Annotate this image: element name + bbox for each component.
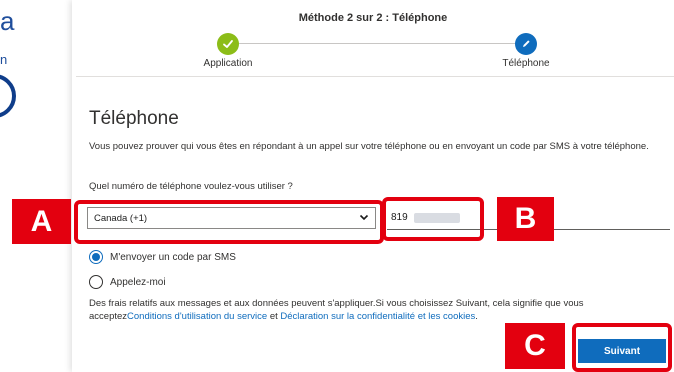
background-ring <box>0 74 16 118</box>
radio-option-call-label: Appelez-moi <box>110 276 166 288</box>
callout-box-c <box>572 323 672 372</box>
radio-option-call[interactable]: Appelez-moi <box>89 274 166 290</box>
page-title: Téléphone <box>89 107 179 129</box>
radio-option-sms-label: M'envoyer un code par SMS <box>110 251 236 263</box>
checkmark-icon <box>223 40 233 48</box>
setup-wizard-card: Méthode 2 sur 2 : Téléphone Application … <box>72 0 674 372</box>
step-application-label: Application <box>203 58 253 69</box>
callout-box-a <box>74 200 384 244</box>
step-title: Méthode 2 sur 2 : Téléphone <box>298 12 448 24</box>
data-charges-notice: Des frais relatifs aux messages et aux d… <box>89 297 669 323</box>
notice-text-middle: et <box>267 311 281 322</box>
background-fragment: a n <box>0 0 72 372</box>
callout-label-b: B <box>497 197 554 241</box>
background-small-letter: n <box>0 52 8 67</box>
terms-of-service-link[interactable]: Conditions d'utilisation du service <box>127 311 267 322</box>
step-phone-label: Téléphone <box>502 58 550 69</box>
privacy-statement-link[interactable]: Déclaration sur la confidentialité et le… <box>280 311 475 322</box>
callout-label-c: C <box>505 323 565 369</box>
radio-button-call[interactable] <box>89 275 103 289</box>
step-application-indicator <box>217 33 239 55</box>
pencil-icon <box>523 40 530 47</box>
callout-box-b <box>382 197 484 241</box>
step-phone-indicator <box>515 33 537 55</box>
radio-button-sms[interactable] <box>89 250 103 264</box>
background-letter: a <box>0 6 15 36</box>
callout-label-a: A <box>12 199 71 244</box>
progress-line <box>228 43 518 44</box>
radio-option-sms[interactable]: M'envoyer un code par SMS <box>89 249 236 265</box>
description-text: Vous pouvez prouver qui vous êtes en rép… <box>89 141 649 152</box>
header-divider <box>76 76 674 77</box>
phone-question-label: Quel numéro de téléphone voulez-vous uti… <box>89 181 293 192</box>
notice-text-end: . <box>475 311 478 322</box>
